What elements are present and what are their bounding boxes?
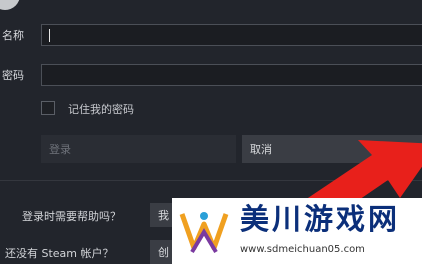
meichuan-logo-icon <box>179 212 229 254</box>
watermark-banner: 美川游戏网 www.sdmeichuan05.com <box>172 198 422 264</box>
username-input[interactable] <box>41 24 422 46</box>
watermark-title: 美川游戏网 <box>240 202 401 236</box>
steam-logo-icon <box>0 0 20 10</box>
watermark-url: www.sdmeichuan05.com <box>240 244 365 255</box>
remember-password-checkbox[interactable] <box>41 101 55 115</box>
username-label: 名称 <box>2 29 24 42</box>
remember-password-label: 记住我的密码 <box>68 103 134 116</box>
login-button[interactable]: 登录 <box>41 135 236 163</box>
password-input[interactable] <box>41 64 422 86</box>
signup-text: 还没有 Steam 帐户？ <box>5 247 114 260</box>
text-caret <box>49 29 50 42</box>
password-label: 密码 <box>2 69 24 82</box>
help-text: 登录时需要帮助吗？ <box>22 210 121 223</box>
